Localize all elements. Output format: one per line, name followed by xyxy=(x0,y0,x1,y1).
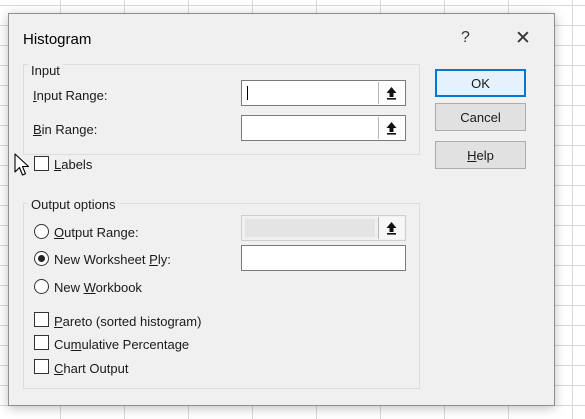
bin-range-select-button[interactable] xyxy=(378,117,404,139)
input-group-legend: Input xyxy=(28,63,63,78)
cumulative-percentage-checkbox[interactable] xyxy=(34,335,49,350)
pareto-checkbox-label[interactable]: Pareto (sorted histogram) xyxy=(54,314,201,329)
labels-checkbox-label[interactable]: Labels xyxy=(54,157,92,172)
cancel-button[interactable]: Cancel xyxy=(435,103,526,131)
output-range-field[interactable] xyxy=(241,215,406,241)
input-range-select-button[interactable] xyxy=(378,82,404,104)
pareto-checkbox[interactable] xyxy=(34,312,49,327)
collapse-dialog-arrow-icon xyxy=(386,222,397,235)
new-workbook-radio[interactable] xyxy=(34,279,49,294)
collapse-dialog-arrow-icon xyxy=(386,87,397,100)
close-icon[interactable]: ✕ xyxy=(515,27,531,50)
bin-range-label: Bin Range: xyxy=(33,122,98,137)
input-range-label: Input Range: xyxy=(33,88,108,103)
new-worksheet-ply-field[interactable] xyxy=(241,245,406,271)
output-range-select-button[interactable] xyxy=(378,217,404,239)
collapse-dialog-arrow-icon xyxy=(386,122,397,135)
new-worksheet-ply-radio[interactable] xyxy=(34,251,49,266)
cumulative-percentage-label[interactable]: Cumulative Percentage xyxy=(54,337,189,352)
dialog-title: Histogram xyxy=(23,31,92,48)
new-worksheet-ply-label[interactable]: New Worksheet Ply: xyxy=(54,252,171,267)
output-range-field-fill xyxy=(245,219,375,237)
new-workbook-label[interactable]: New Workbook xyxy=(54,280,142,295)
text-caret xyxy=(247,86,248,100)
output-range-label[interactable]: Output Range: xyxy=(54,225,139,240)
ok-button-label: OK xyxy=(471,75,490,91)
input-group xyxy=(23,64,420,155)
ok-button[interactable]: OK xyxy=(435,69,526,97)
output-range-radio[interactable] xyxy=(34,224,49,239)
chart-output-label[interactable]: Chart Output xyxy=(54,361,128,376)
output-options-legend: Output options xyxy=(28,197,119,212)
help-button[interactable]: Help xyxy=(435,141,526,169)
help-icon[interactable]: ? xyxy=(461,29,470,47)
cancel-button-label: Cancel xyxy=(460,109,501,125)
input-range-field[interactable] xyxy=(241,80,406,106)
mouse-cursor-icon xyxy=(14,153,30,176)
help-button-label: Help xyxy=(467,147,494,163)
bin-range-field[interactable] xyxy=(241,115,406,141)
chart-output-checkbox[interactable] xyxy=(34,359,49,374)
histogram-dialog: Histogram ? ✕ Input Input Range: Bin Ran… xyxy=(8,13,555,406)
labels-checkbox[interactable] xyxy=(34,156,49,171)
dialog-titlebar[interactable]: Histogram ? ✕ xyxy=(9,14,554,52)
